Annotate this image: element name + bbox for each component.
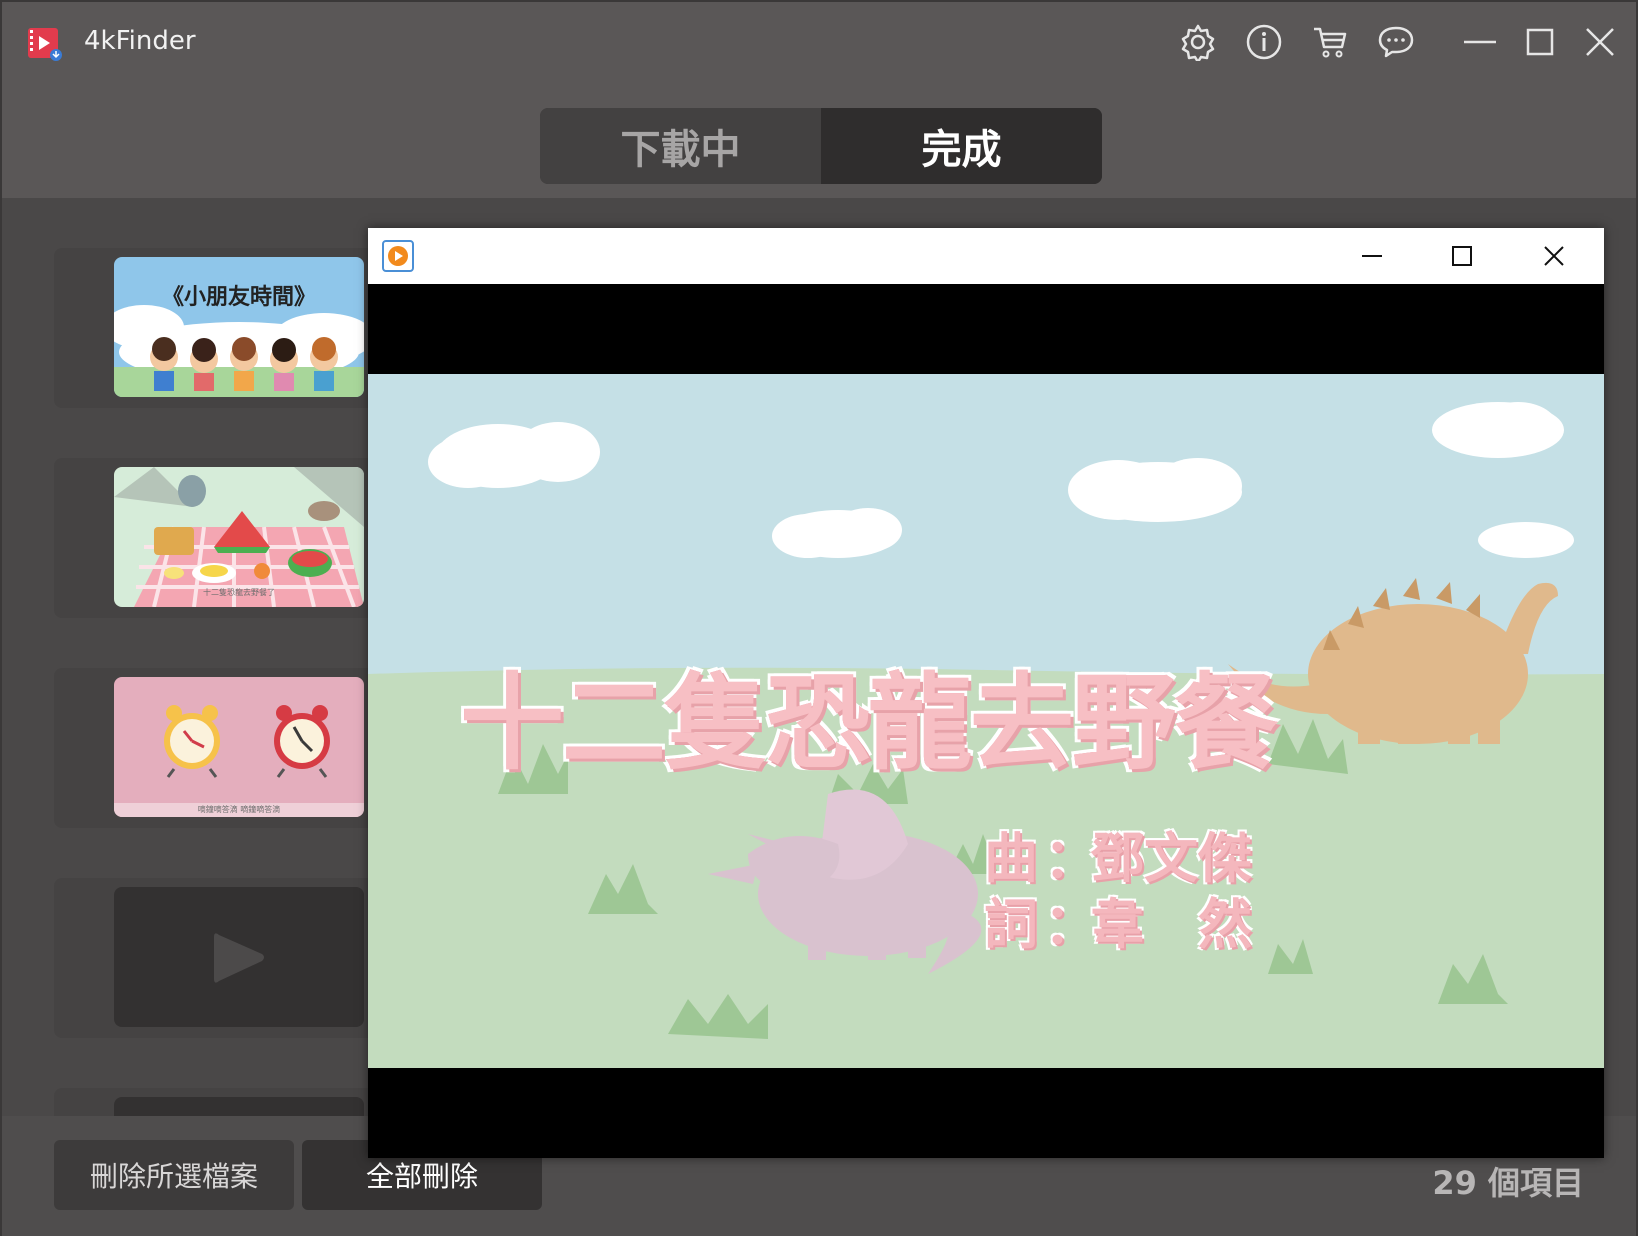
cart-icon[interactable] [1310, 22, 1350, 62]
item-count: 29 個項目 [1432, 1164, 1584, 1202]
player-minimize-icon[interactable] [1352, 238, 1392, 274]
video-player-window: 十二隻恐龍去野餐 曲 ： 鄧文傑 詞 ： 韋 然 [368, 228, 1604, 1158]
player-logo-icon [382, 240, 414, 272]
video-thumbnail[interactable] [114, 887, 364, 1027]
play-icon [214, 933, 264, 983]
credit-lyrics-label: 詞 [984, 893, 1038, 956]
player-close-icon[interactable] [1534, 238, 1574, 274]
tab-group: 下載中 完成 [540, 108, 1102, 184]
player-title-bar [368, 228, 1604, 284]
app-logo-icon [28, 28, 62, 61]
tab-completed[interactable]: 完成 [821, 108, 1102, 184]
credit-lyrics-name: 韋 然 [1090, 893, 1252, 956]
gear-icon[interactable] [1178, 22, 1218, 62]
chat-icon[interactable] [1376, 22, 1416, 62]
video-title-text: 十二隻恐龍去野餐 [460, 662, 1278, 784]
minimize-icon[interactable] [1460, 22, 1500, 62]
video-thumbnail[interactable]: 《小朋友時間》 [114, 257, 364, 397]
tab-downloading[interactable]: 下載中 [540, 108, 821, 184]
info-icon[interactable] [1244, 22, 1284, 62]
close-icon[interactable] [1580, 22, 1620, 62]
video-thumbnail[interactable]: 嘀鐘嘀答滴 嘀鐘嘀答滴 [114, 677, 364, 817]
thumbnail-caption: 十二隻恐龍去野餐了 [203, 588, 275, 597]
video-frame[interactable]: 十二隻恐龍去野餐 曲 ： 鄧文傑 詞 ： 韋 然 [368, 374, 1604, 1068]
title-bar: 4kFinder [2, 2, 1636, 86]
thumbnail-caption: 嘀鐘嘀答滴 嘀鐘嘀答滴 [197, 805, 281, 814]
maximize-icon[interactable] [1520, 22, 1560, 62]
app-window: 4kFinder 下載中 完成 《小朋友時間》 十二隻恐龍去野餐了 嘀鐘嘀答滴 … [0, 0, 1638, 1236]
player-maximize-icon[interactable] [1442, 238, 1482, 274]
app-title: 4kFinder [84, 26, 196, 56]
delete-selected-button[interactable]: 刪除所選檔案 [54, 1140, 294, 1210]
video-thumbnail[interactable]: 十二隻恐龍去野餐了 [114, 467, 364, 607]
thumbnail-caption: 《小朋友時間》 [161, 285, 316, 310]
